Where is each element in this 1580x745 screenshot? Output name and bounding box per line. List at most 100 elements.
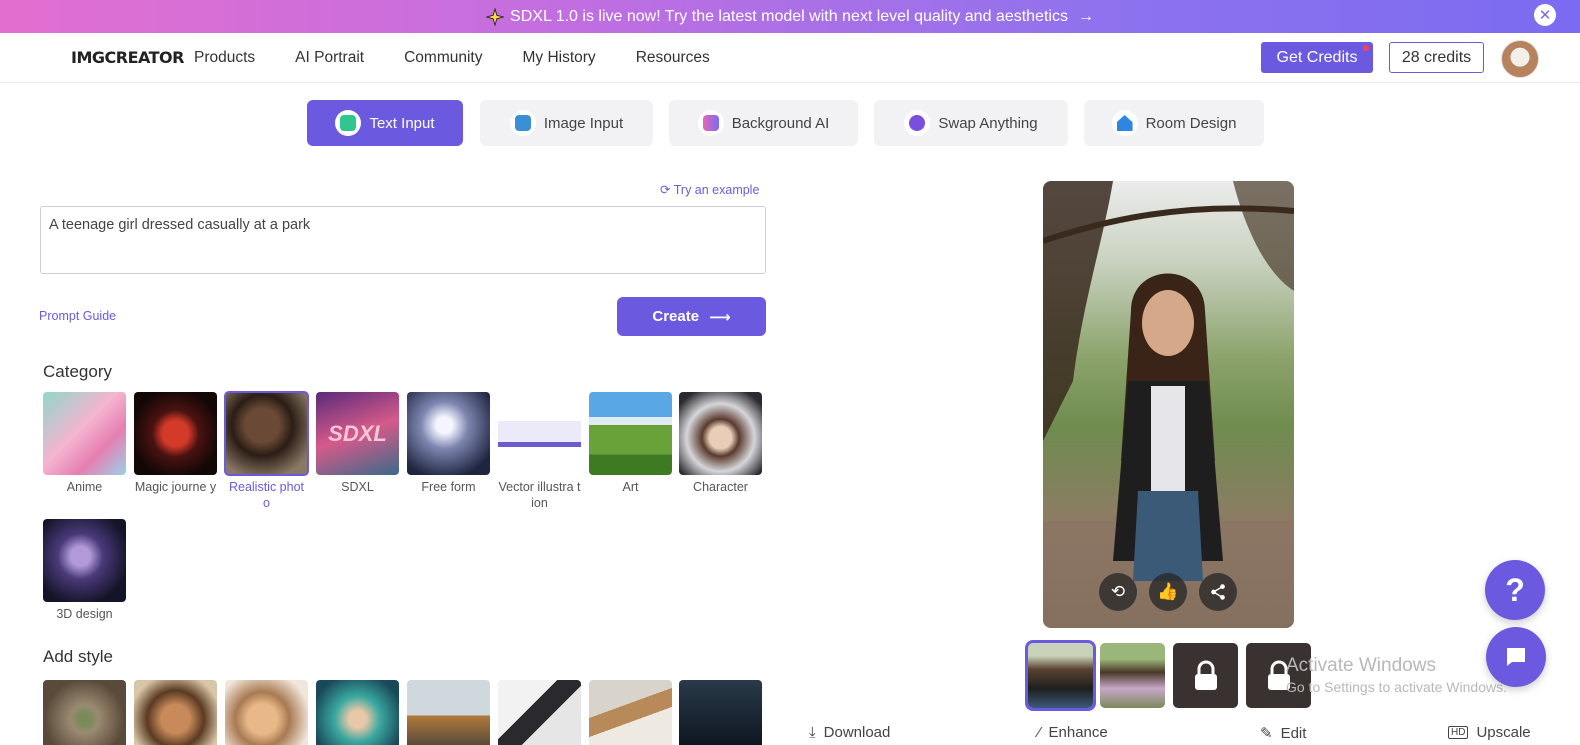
category-thumb bbox=[43, 519, 126, 602]
get-credits-button[interactable]: Get Credits bbox=[1261, 42, 1373, 73]
download-icon: ⤓ bbox=[809, 724, 816, 741]
result-thumb-3-locked[interactable] bbox=[1173, 643, 1238, 708]
share-button[interactable] bbox=[1199, 573, 1237, 611]
category-thumb bbox=[224, 391, 309, 476]
generated-image-art bbox=[1043, 181, 1294, 628]
category-anime[interactable]: Anime bbox=[43, 392, 126, 495]
category-label: Anime bbox=[66, 480, 103, 494]
category-3d-design[interactable]: 3D design bbox=[43, 519, 126, 622]
tab-label: Image Input bbox=[543, 114, 624, 132]
style-thumb-lighthouse[interactable] bbox=[407, 680, 490, 745]
share-icon bbox=[1211, 584, 1225, 600]
category-label: Character bbox=[693, 480, 748, 494]
category-magic-journey[interactable]: Magic journe y bbox=[134, 392, 217, 495]
category-label: Realistic phot o bbox=[228, 480, 305, 510]
tab-room-design[interactable]: Room Design bbox=[1084, 100, 1264, 146]
edit-label: Edit bbox=[1280, 724, 1307, 742]
nav-my-history[interactable]: My History bbox=[522, 49, 595, 67]
category-label: 3D design bbox=[56, 607, 113, 621]
edit-icon: ✎ bbox=[1260, 725, 1273, 742]
category-thumb: SDXL bbox=[316, 392, 399, 475]
category-label: SDXL bbox=[341, 480, 374, 494]
generated-image[interactable] bbox=[1043, 181, 1294, 628]
activate-windows-title: Activate Windows bbox=[1286, 655, 1436, 676]
result-thumb-2[interactable] bbox=[1100, 643, 1165, 708]
category-sdxl[interactable]: SDXL SDXL bbox=[316, 392, 399, 495]
add-style-title: Add style bbox=[43, 647, 113, 666]
create-button[interactable]: Create ⟶ bbox=[617, 297, 766, 336]
category-thumb bbox=[134, 392, 217, 475]
arrow-right-icon: → bbox=[1077, 7, 1094, 25]
style-thumb-tech[interactable] bbox=[679, 680, 762, 745]
help-button[interactable]: ? bbox=[1485, 560, 1545, 620]
category-label: Magic journe y bbox=[134, 480, 217, 494]
refresh-icon: ⟳ bbox=[660, 183, 671, 197]
lock-icon bbox=[1194, 660, 1217, 690]
category-label: Art bbox=[622, 480, 639, 494]
category-thumb bbox=[679, 392, 762, 475]
nav-resources[interactable]: Resources bbox=[636, 49, 710, 67]
category-label: Free form bbox=[421, 480, 476, 494]
nav-ai-portrait[interactable]: AI Portrait bbox=[295, 49, 364, 67]
category-character[interactable]: Character bbox=[679, 392, 762, 495]
upscale-action[interactable]: HD Upscale bbox=[1448, 724, 1531, 741]
tab-background-ai[interactable]: Background AI bbox=[669, 100, 858, 146]
try-example-link[interactable]: ⟳ Try an example bbox=[660, 182, 759, 197]
style-thumb-kitten[interactable] bbox=[225, 680, 308, 745]
category-realistic-photo[interactable]: Realistic phot o bbox=[224, 391, 309, 511]
download-action[interactable]: ⤓ Download bbox=[809, 724, 890, 741]
enhance-label: Enhance bbox=[1048, 724, 1108, 741]
category-title: Category bbox=[43, 362, 112, 381]
activate-windows-subtitle: Go to Settings to activate Windows. bbox=[1286, 679, 1507, 695]
category-thumb bbox=[43, 392, 126, 475]
category-vector-illustration[interactable]: Vector illustra tion bbox=[498, 392, 581, 511]
banner-text[interactable]: SDXL 1.0 is live now! Try the latest mod… bbox=[510, 8, 1068, 26]
tab-image-input[interactable]: Image Input bbox=[480, 100, 653, 146]
arrow-right-icon: ⟶ bbox=[709, 308, 731, 326]
chat-icon bbox=[1507, 648, 1525, 666]
like-button[interactable]: 👍 bbox=[1149, 573, 1187, 611]
category-thumb bbox=[589, 392, 672, 475]
tab-swap-anything[interactable]: Swap Anything bbox=[874, 100, 1068, 146]
credits-balance[interactable]: 28 credits bbox=[1389, 42, 1484, 73]
style-thumb-portrait[interactable] bbox=[134, 680, 217, 745]
text-input-icon bbox=[335, 110, 362, 136]
nav-products[interactable]: Products bbox=[194, 49, 255, 67]
swap-anything-icon bbox=[904, 110, 931, 136]
hd-icon: HD bbox=[1448, 726, 1469, 739]
prompt-guide-link[interactable]: Prompt Guide bbox=[39, 309, 116, 323]
tab-label: Room Design bbox=[1145, 114, 1237, 132]
tab-label: Text Input bbox=[369, 114, 435, 132]
category-thumb bbox=[407, 392, 490, 475]
announcement-banner[interactable]: SDXL 1.0 is live now! Try the latest mod… bbox=[0, 0, 1580, 33]
style-thumb-sneakers[interactable] bbox=[589, 680, 672, 745]
prompt-input[interactable]: A teenage girl dressed casually at a par… bbox=[40, 206, 766, 274]
style-thumb-cat[interactable] bbox=[43, 680, 126, 745]
nav-community[interactable]: Community bbox=[404, 49, 482, 67]
category-free-form[interactable]: Free form bbox=[407, 392, 490, 495]
enhance-action[interactable]: ⁄ Enhance bbox=[1038, 724, 1108, 741]
top-navbar: IMGCREATOR Products AI Portrait Communit… bbox=[0, 33, 1580, 83]
close-banner-button[interactable]: ✕ bbox=[1534, 4, 1556, 26]
variation-button[interactable]: ⟲ bbox=[1099, 573, 1137, 611]
chat-button[interactable] bbox=[1486, 627, 1546, 687]
image-input-icon bbox=[509, 110, 536, 136]
create-label: Create bbox=[652, 308, 700, 325]
logo[interactable]: IMGCREATOR bbox=[71, 48, 184, 67]
tab-label: Background AI bbox=[731, 114, 830, 132]
tab-text-input[interactable]: Text Input bbox=[307, 100, 463, 146]
tab-label: Swap Anything bbox=[938, 114, 1038, 132]
user-avatar[interactable] bbox=[1501, 40, 1539, 78]
style-thumb-fantasy[interactable] bbox=[316, 680, 399, 745]
thumbs-up-icon: 👍 bbox=[1157, 582, 1179, 601]
category-label: Vector illustra tion bbox=[498, 480, 581, 510]
main-nav: Products AI Portrait Community My Histor… bbox=[194, 49, 710, 67]
edit-action[interactable]: ✎ Edit bbox=[1260, 724, 1307, 743]
sparkle-icon bbox=[486, 7, 505, 26]
notification-dot bbox=[1363, 45, 1369, 51]
background-ai-icon bbox=[697, 110, 724, 136]
result-thumb-1[interactable] bbox=[1025, 640, 1096, 711]
style-thumb-abstract[interactable] bbox=[498, 680, 581, 745]
category-art[interactable]: Art bbox=[589, 392, 672, 495]
magic-wand-icon: ⁄ bbox=[1038, 724, 1041, 741]
